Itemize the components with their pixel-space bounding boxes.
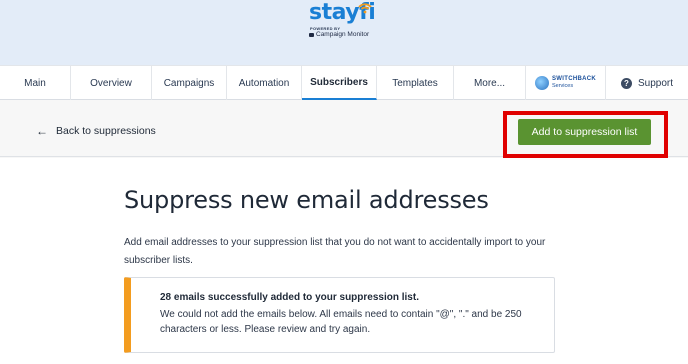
tab-subscribers[interactable]: Subscribers — [302, 66, 377, 100]
tab-main[interactable]: Main — [0, 66, 71, 100]
tab-overview[interactable]: Overview — [71, 66, 152, 100]
back-link-label: Back to suppressions — [56, 125, 156, 137]
switchback-logo: SWITCHBACK Services — [535, 76, 596, 90]
tab-support[interactable]: ? Support — [606, 66, 688, 100]
add-to-suppression-list-button[interactable]: Add to suppression list — [518, 119, 651, 145]
page-title: Suppress new email addresses — [124, 186, 489, 214]
campaign-monitor-icon — [309, 32, 314, 37]
tab-campaigns[interactable]: Campaigns — [152, 66, 227, 100]
back-to-suppressions-link[interactable]: ← Back to suppressions — [36, 124, 156, 138]
top-banner: stayfi POWERED BY Campaign Monitor — [0, 0, 688, 65]
alert-title: 28 emails successfully added to your sup… — [160, 292, 419, 303]
main-content: Suppress new email addresses Add email a… — [0, 158, 688, 364]
tab-templates[interactable]: Templates — [377, 66, 454, 100]
main-nav: Main Overview Campaigns Automation Subsc… — [0, 65, 688, 100]
brand-logo[interactable]: stayfi POWERED BY Campaign Monitor — [308, 0, 378, 45]
partner-label: Campaign Monitor — [309, 31, 369, 38]
page-description: Add email addresses to your suppression … — [124, 237, 546, 266]
tab-automation[interactable]: Automation — [227, 66, 302, 100]
tab-more[interactable]: More... — [454, 66, 526, 100]
globe-icon — [535, 76, 549, 90]
arrow-left-icon: ← — [36, 124, 48, 138]
question-icon: ? — [620, 77, 632, 89]
alert-body: We could not add the emails below. All e… — [160, 309, 522, 335]
warning-alert: 28 emails successfully added to your sup… — [124, 277, 555, 353]
tab-switchback[interactable]: SWITCHBACK Services — [526, 66, 606, 100]
wifi-icon — [358, 3, 372, 14]
